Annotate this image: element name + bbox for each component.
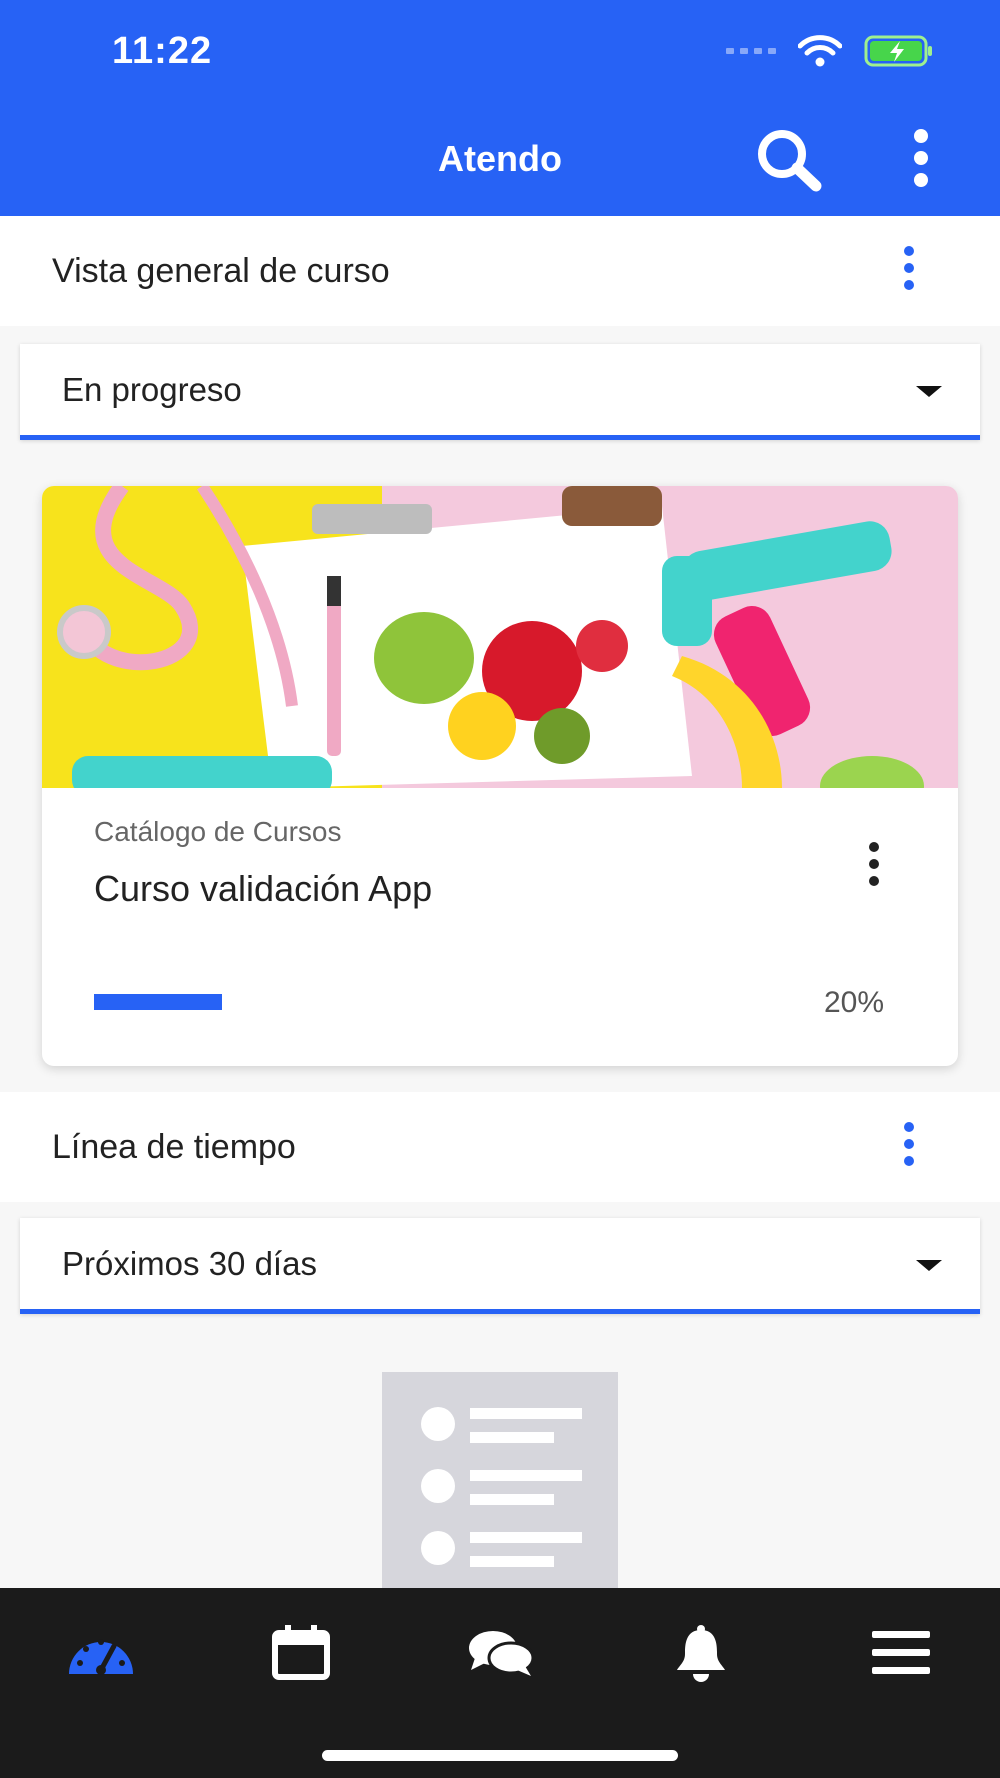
course-card[interactable]: Catálogo de Cursos Curso validación App … (42, 486, 958, 1066)
nav-dashboard-icon[interactable] (56, 1618, 146, 1688)
dropdown-caret-icon (916, 1260, 942, 1271)
course-overview-menu-icon[interactable] (894, 246, 924, 296)
course-progress-bar (94, 994, 734, 1010)
timeline-filter-selected: Próximos 30 días (62, 1244, 317, 1282)
empty-timeline-illustration-icon (382, 1372, 618, 1592)
course-overview-title: Vista general de curso (52, 251, 390, 290)
home-indicator[interactable] (322, 1750, 678, 1761)
nav-notifications-bell-icon[interactable] (656, 1618, 746, 1688)
nav-calendar-icon[interactable] (256, 1618, 346, 1688)
course-menu-icon[interactable] (862, 842, 886, 892)
nav-hamburger-menu-icon[interactable] (856, 1618, 946, 1688)
status-icons (726, 34, 934, 68)
timeline-title: Línea de tiempo (52, 1127, 296, 1166)
course-category: Catálogo de Cursos (94, 816, 342, 847)
course-progress-text: 20% (823, 986, 884, 1019)
course-image (42, 486, 958, 788)
status-time: 11:22 (112, 30, 213, 72)
course-title[interactable]: Curso validación App (94, 868, 432, 910)
timeline-filter-dropdown[interactable]: Próximos 30 días (20, 1218, 980, 1314)
overflow-menu-icon[interactable] (906, 126, 936, 190)
wifi-icon (798, 35, 842, 67)
app-title: Atendo (438, 138, 562, 179)
course-filter-selected: En progreso (62, 370, 242, 408)
search-icon[interactable] (752, 126, 826, 192)
timeline-menu-icon[interactable] (894, 1122, 924, 1172)
cellular-signal-icon (726, 48, 776, 54)
dropdown-caret-icon (916, 386, 942, 397)
app-bar: 11:22 Atendo (0, 0, 1000, 216)
course-filter-dropdown[interactable]: En progreso (20, 344, 980, 440)
battery-charging-icon (864, 34, 934, 68)
course-overview-header: Vista general de curso (0, 216, 1000, 326)
nav-messages-icon[interactable] (456, 1618, 546, 1688)
timeline-header: Línea de tiempo (0, 1092, 1000, 1202)
course-progress-fill (94, 994, 222, 1010)
